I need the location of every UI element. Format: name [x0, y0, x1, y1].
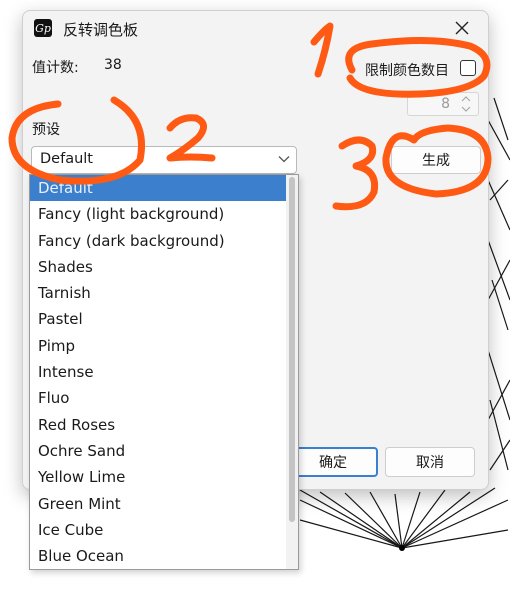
preset-option[interactable]: Ice Cube — [30, 517, 286, 543]
preset-option[interactable]: Blue Ocean — [30, 543, 286, 569]
spin-up-button[interactable] — [457, 94, 475, 104]
preset-selected-value: Default — [40, 151, 93, 167]
chevron-down-icon — [278, 156, 290, 163]
value-count: 38 — [104, 57, 122, 73]
ok-button[interactable]: 确定 — [288, 447, 378, 477]
preset-option[interactable]: Fancy (light background) — [30, 201, 286, 227]
preset-option[interactable]: Ochre Sand — [30, 438, 286, 464]
limit-colors-label: 限制颜色数目 — [365, 63, 449, 79]
preset-option[interactable]: Shades — [30, 254, 286, 280]
preset-option[interactable]: Tarnish — [30, 280, 286, 306]
generate-button[interactable]: 生成 — [391, 146, 481, 174]
preset-label: 预设 — [32, 122, 60, 138]
preset-option[interactable]: Fancy (dark background) — [30, 228, 286, 254]
dropdown-scrollbar[interactable] — [286, 175, 298, 569]
preset-option[interactable]: Fluo — [30, 385, 286, 411]
close-button[interactable] — [450, 16, 474, 40]
preset-options: Default Fancy (light background) Fancy (da… — [30, 175, 286, 569]
preset-option[interactable]: Red Roses — [30, 412, 286, 438]
limit-colors-checkbox[interactable] — [460, 60, 476, 76]
preset-select[interactable]: Default — [31, 146, 297, 174]
gnuplot-app-icon: Gp — [34, 19, 52, 37]
dialog-title: 反转调色板 — [63, 21, 139, 39]
close-icon — [455, 21, 469, 35]
title-bar[interactable]: Gp 反转调色板 — [23, 11, 488, 47]
chevron-up-icon — [461, 96, 471, 102]
color-count-value: 8 — [441, 96, 450, 112]
preset-option[interactable]: Pastel — [30, 306, 286, 332]
preset-option[interactable]: Pimp — [30, 333, 286, 359]
dropdown-scroll-thumb[interactable] — [289, 177, 295, 522]
preset-dropdown-list[interactable]: Default Fancy (light background) Fancy (da… — [29, 174, 299, 570]
value-count-label: 值计数: — [32, 60, 79, 76]
chevron-down-icon — [461, 106, 471, 112]
preset-option[interactable]: Default — [30, 175, 286, 202]
cancel-button[interactable]: 取消 — [385, 447, 475, 477]
color-count-spinbox[interactable]: 8 — [407, 92, 479, 116]
preset-option[interactable]: Green Mint — [30, 491, 286, 517]
preset-option[interactable]: Intense — [30, 359, 286, 385]
preset-option[interactable]: Yellow Lime — [30, 464, 286, 490]
spin-down-button[interactable] — [457, 104, 475, 114]
